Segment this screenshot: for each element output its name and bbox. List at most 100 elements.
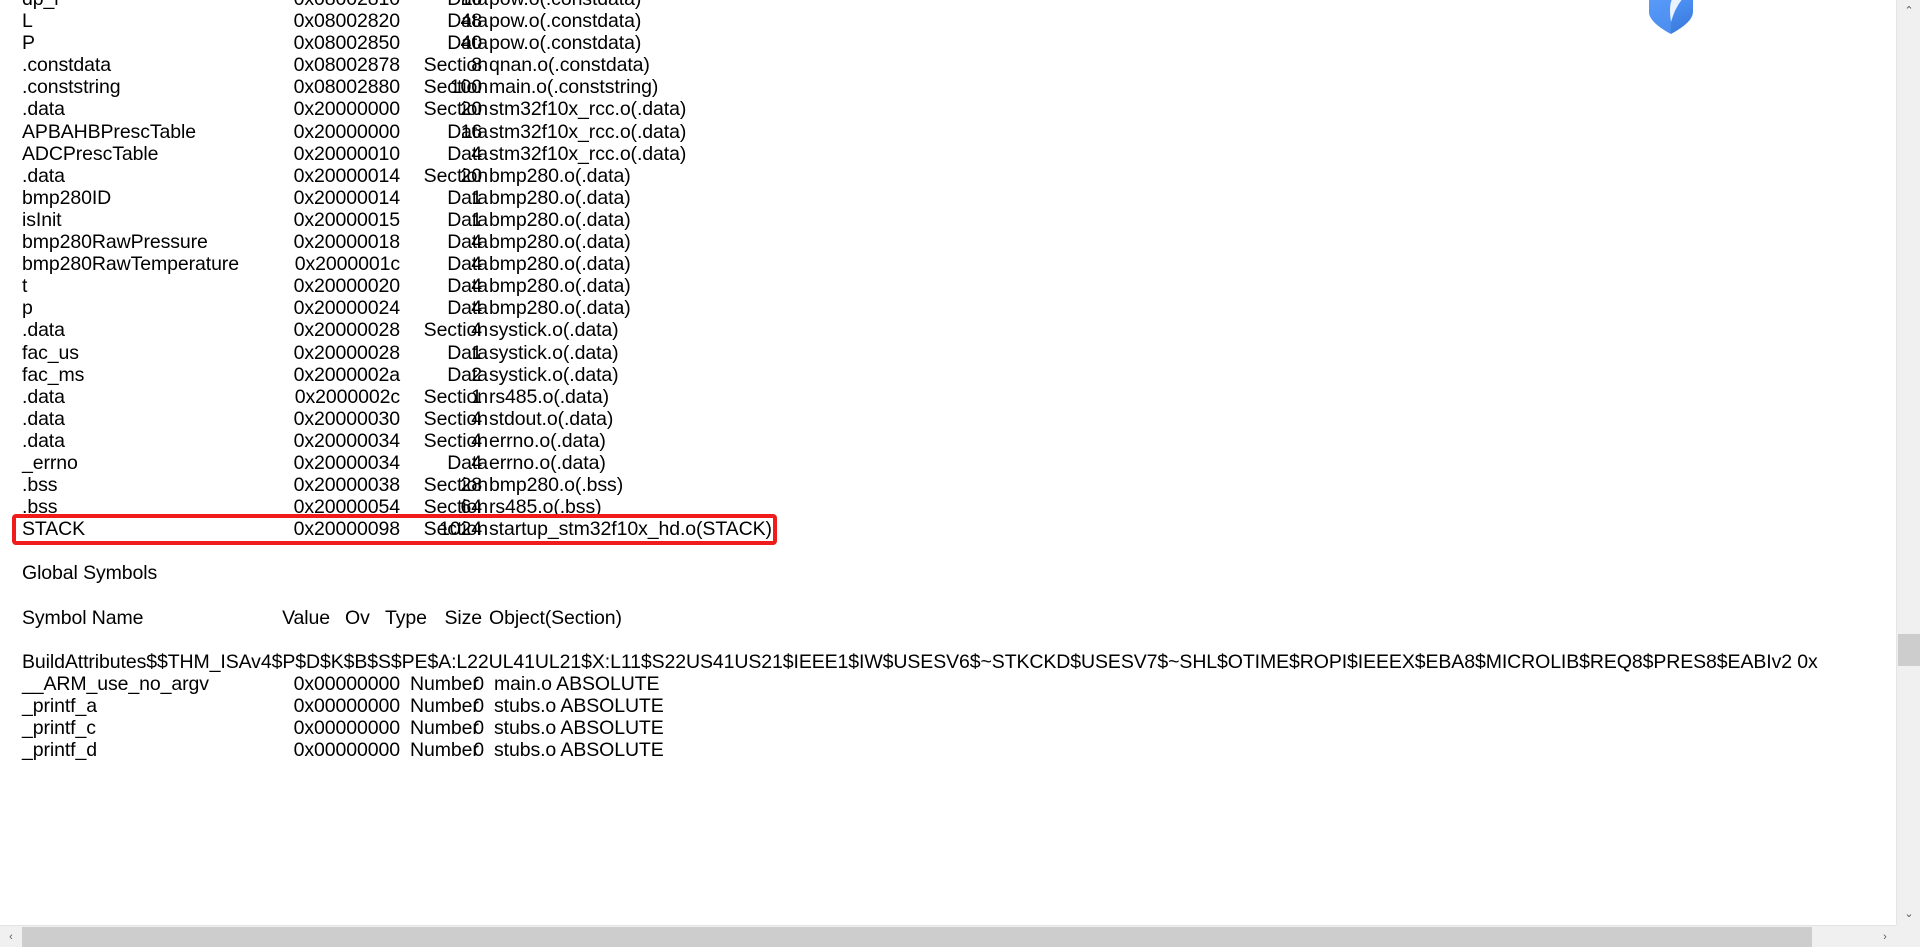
cell-size: 4 bbox=[471, 142, 482, 165]
cell-object-section: stubs.o ABSOLUTE bbox=[494, 717, 664, 740]
table-row: .bss 0x20000054 Section 64 rs485.o(.bss) bbox=[0, 496, 1896, 518]
column-header-size: Size bbox=[444, 606, 482, 629]
horizontal-scrollbar[interactable]: ‹ › bbox=[0, 925, 1920, 947]
table-row: _printf_c 0x00000000 Number 0 stubs.o ABSOLU… bbox=[0, 717, 1896, 739]
scroll-right-arrow-icon[interactable]: › bbox=[1874, 926, 1896, 948]
cell-object-section: bmp280.o(.data) bbox=[489, 231, 631, 254]
table-row: P 0x08002850 Data 40 pow.o(.constdata) bbox=[0, 32, 1896, 54]
cell-object-section: bmp280.o(.data) bbox=[489, 208, 631, 231]
horizontal-scrollbar-thumb[interactable] bbox=[22, 927, 1812, 947]
cell-size: 4 bbox=[471, 231, 482, 254]
cell-object-section: stubs.o ABSOLUTE bbox=[494, 695, 664, 717]
cell-object-section: rs485.o(.data) bbox=[489, 385, 609, 408]
vertical-scrollbar[interactable]: ⌃ ⌄ bbox=[1896, 0, 1920, 925]
table-row: dp_l0x08002810Data16pow.o(.constdata) bbox=[0, 0, 1896, 10]
cell-size: 20 bbox=[460, 164, 483, 187]
cell-object-section: pow.o(.constdata) bbox=[489, 0, 641, 10]
cell-size: 4 bbox=[471, 429, 482, 452]
table-row: .constdata 0x08002878 Section 8 qnan.o(.cons… bbox=[0, 54, 1896, 76]
table-row: fac_us 0x20000028 Data 1 systick.o(.data) bbox=[0, 342, 1896, 364]
scroll-down-arrow-icon[interactable]: ⌄ bbox=[1897, 903, 1920, 925]
global-symbols-header-row: Symbol Name Value Ov Type Size Object(Se… bbox=[0, 607, 1896, 629]
cell-object-section: systick.o(.data) bbox=[489, 341, 619, 364]
table-row: STACK 0x20000098 Section 1024 startup_stm32f… bbox=[0, 518, 1896, 540]
blue-shield-icon bbox=[1642, 0, 1700, 40]
cell-size: 4 bbox=[471, 319, 482, 342]
cell-object-section: stdout.o(.data) bbox=[489, 407, 614, 430]
cell-size: 2 bbox=[471, 363, 482, 386]
table-row: p 0x20000024 Data 4 bmp280.o(.data) bbox=[0, 297, 1896, 319]
cell-size: 4 bbox=[471, 451, 482, 474]
table-row: isInit 0x20000015 Data 1 bmp280.o(.data) bbox=[0, 209, 1896, 231]
cell-object-section: pow.o(.constdata) bbox=[489, 10, 642, 33]
cell-size: 4 bbox=[471, 297, 482, 320]
scroll-left-arrow-icon[interactable]: ‹ bbox=[0, 926, 22, 948]
cell-object-section: bmp280.o(.data) bbox=[489, 297, 631, 320]
cell-size: 0 bbox=[473, 695, 484, 717]
cell-size: 1 bbox=[471, 186, 482, 209]
cell-size: 1 bbox=[471, 341, 482, 364]
cell-size: 0 bbox=[473, 739, 484, 762]
cell-object-section: systick.o(.data) bbox=[489, 363, 619, 386]
cell-object-section: stm32f10x_rcc.o(.data) bbox=[489, 142, 687, 165]
cell-size: 48 bbox=[460, 10, 483, 33]
cell-size: 0 bbox=[473, 672, 484, 695]
cell-object-section: startup_stm32f10x_hd.o(STACK) bbox=[489, 518, 772, 541]
table-row: bmp280ID 0x20000014 Data 1 bmp280.o(.data) bbox=[0, 187, 1896, 209]
table-row: _printf_d 0x00000000 Number 0 stubs.o ABSOLU… bbox=[0, 739, 1896, 761]
map-text-content: dp_l0x08002810Data16pow.o(.constdata)L0x… bbox=[0, 0, 1896, 761]
scroll-up-arrow-icon[interactable]: ⌃ bbox=[1897, 0, 1920, 22]
build-attributes-text: BuildAttributes$$THM_ISAv4$P$D$K$B$S$PE$… bbox=[22, 650, 1818, 673]
cell-size: 1024 bbox=[439, 518, 482, 541]
cell-object-section: main.o(.conststring) bbox=[489, 76, 659, 99]
build-attributes-row: BuildAttributes$$THM_ISAv4$P$D$K$B$S$PE$… bbox=[0, 651, 1896, 673]
map-file-viewer: dp_l0x08002810Data16pow.o(.constdata)L0x… bbox=[0, 0, 1920, 947]
cell-size: 16 bbox=[0, 0, 483, 10]
cell-object-section: qnan.o(.constdata) bbox=[489, 54, 650, 77]
cell-object-section: bmp280.o(.data) bbox=[489, 164, 631, 187]
cell-size: 28 bbox=[460, 474, 483, 497]
cell-object-section: stubs.o ABSOLUTE bbox=[494, 739, 664, 762]
table-row: bmp280RawPressure 0x20000018 Data 4 bmp280.o… bbox=[0, 231, 1896, 253]
cell-size: 40 bbox=[460, 32, 483, 55]
cell-object-section: stm32f10x_rcc.o(.data) bbox=[489, 120, 687, 143]
table-row: L 0x08002820 Data 48 pow.o(.constdata) bbox=[0, 10, 1896, 32]
table-row: .data 0x20000014 Section 20 bmp280.o(.data) bbox=[0, 165, 1896, 187]
scrollbar-corner bbox=[1896, 925, 1920, 947]
cell-size: 64 bbox=[460, 496, 483, 519]
cell-object-section: bmp280.o(.bss) bbox=[489, 474, 624, 497]
cell-object-section: bmp280.o(.data) bbox=[489, 253, 631, 276]
table-row: __ARM_use_no_argv 0x00000000 Number 0 main.o… bbox=[0, 673, 1896, 695]
cell-size: 0 bbox=[473, 717, 484, 740]
table-row: APBAHBPrescTable 0x20000000 Data 16 stm32f10… bbox=[0, 121, 1896, 143]
cell-size: 1 bbox=[471, 385, 482, 408]
cell-size: 20 bbox=[460, 98, 483, 121]
global-symbols-heading-row: Global Symbols bbox=[0, 562, 1896, 584]
global-symbols-heading: Global Symbols bbox=[22, 562, 158, 585]
cell-object-section: systick.o(.data) bbox=[489, 319, 619, 342]
cell-size: 16 bbox=[460, 120, 483, 143]
table-row: .data 0x20000030 Section 4 stdout.o(.data) bbox=[0, 408, 1896, 430]
table-row: .data 0x20000000 Section 20 stm32f10x_rcc.o(… bbox=[0, 98, 1896, 120]
table-row: .bss 0x20000038 Section 28 bmp280.o(.bss) bbox=[0, 474, 1896, 496]
cell-size: 4 bbox=[471, 275, 482, 298]
cell-object-section: stm32f10x_rcc.o(.data) bbox=[489, 98, 687, 121]
cell-object-section: errno.o(.data) bbox=[489, 429, 606, 452]
vertical-scrollbar-thumb[interactable] bbox=[1898, 634, 1920, 666]
cell-object-section: rs485.o(.bss) bbox=[489, 496, 602, 519]
cell-size: 1 bbox=[471, 208, 482, 231]
table-row: .conststring 0x08002880 Section 100 main.o(.… bbox=[0, 76, 1896, 98]
column-header-object-section: Object(Section) bbox=[489, 606, 622, 629]
map-text-area[interactable]: dp_l0x08002810Data16pow.o(.constdata)L0x… bbox=[0, 0, 1896, 925]
table-row: .data 0x2000002c Section 1 rs485.o(.data) bbox=[0, 386, 1896, 408]
table-row: fac_ms 0x2000002a Data 2 systick.o(.data) bbox=[0, 364, 1896, 386]
table-row: ADCPrescTable 0x20000010 Data 4 stm32f10x_rc… bbox=[0, 143, 1896, 165]
cell-object-section: bmp280.o(.data) bbox=[489, 275, 631, 298]
table-row: bmp280RawTemperature 0x2000001c Data 4 bmp28… bbox=[0, 253, 1896, 275]
cell-object-section: pow.o(.constdata) bbox=[489, 32, 642, 55]
cell-size: 8 bbox=[471, 54, 482, 77]
cell-object-section: errno.o(.data) bbox=[489, 451, 606, 474]
